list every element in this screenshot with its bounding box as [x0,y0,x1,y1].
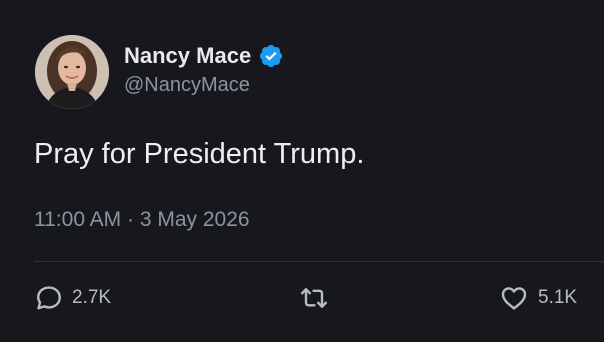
verified-badge-icon [260,44,283,68]
reply-icon [37,286,61,310]
author-display-name[interactable]: Nancy Mace [124,43,251,69]
author-name-row: Nancy Mace [124,41,284,71]
reply-count: 2.7K [72,287,112,308]
avatar-portrait-image [35,35,109,109]
reply-button[interactable]: 2.7K [34,283,111,313]
tweet-card: Nancy Mace @NancyMace Pray for President… [0,0,604,342]
tweet-text: Pray for President Trump. [34,138,365,170]
divider [34,261,604,262]
like-button[interactable]: 5.1K [498,283,577,313]
avatar[interactable] [35,35,109,109]
retweet-icon [300,288,328,308]
like-count: 5.1K [538,287,578,308]
author-handle[interactable]: @NancyMace [124,74,250,97]
heart-icon [501,287,527,310]
tweet-timestamp[interactable]: 11:00 AM · 3 May 2026 [34,208,250,232]
retweet-button[interactable] [298,283,338,313]
